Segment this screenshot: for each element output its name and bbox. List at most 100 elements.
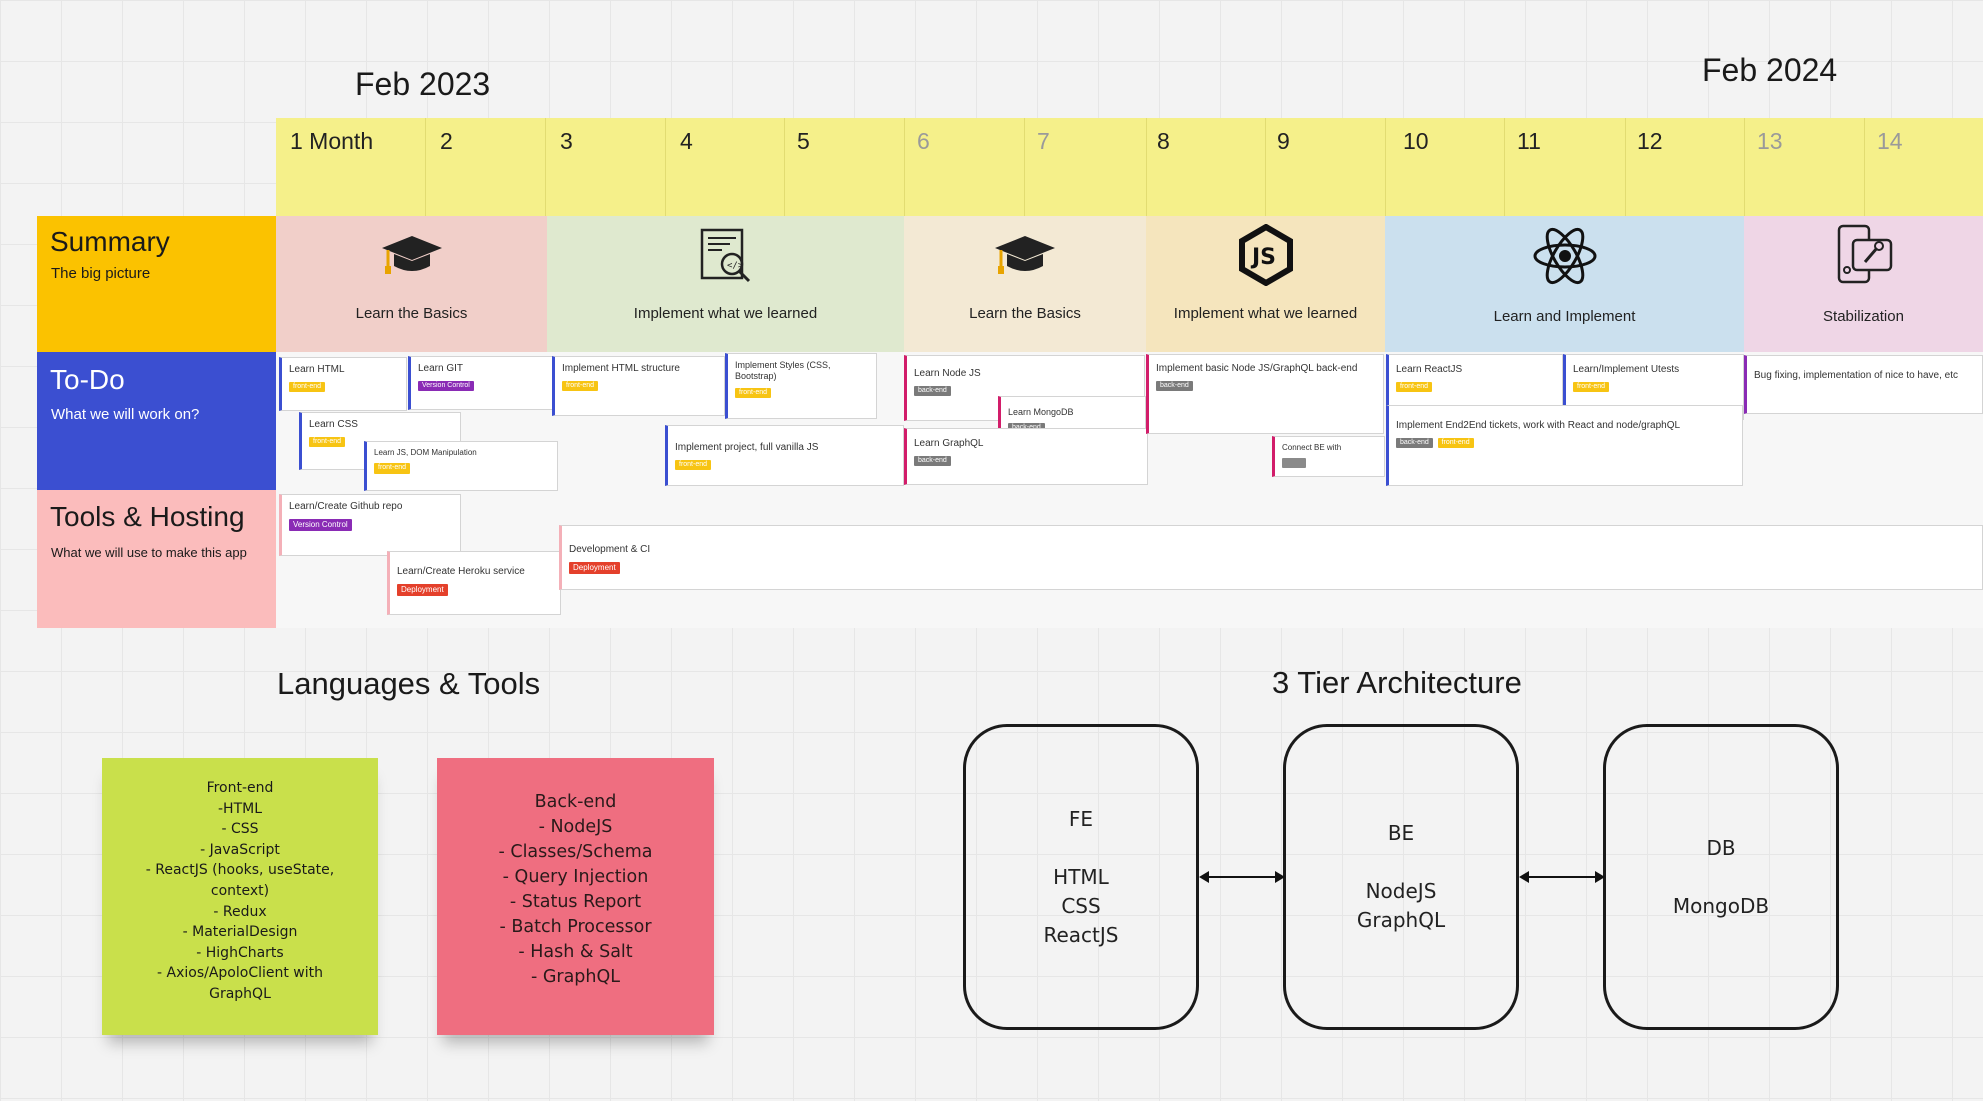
languages-tools-title: Languages & Tools: [277, 666, 541, 701]
month-divider: [665, 118, 666, 216]
month-label-2: 2: [440, 128, 453, 154]
todo-card-implement-end2end[interactable]: Implement End2End tickets, work with Rea…: [1386, 405, 1743, 486]
graduation-cap-icon: [995, 236, 1055, 274]
todo-card-text: Connect BE with: [1282, 443, 1342, 452]
todo-card-text: Implement basic Node JS/GraphQL back-end: [1156, 363, 1358, 374]
backend-sticky-note[interactable]: Back-end - NodeJS - Classes/Schema - Que…: [437, 758, 714, 1035]
tag-deployment: Deployment: [569, 561, 620, 574]
todo-card-learn-html[interactable]: Learn HTML front-end: [279, 357, 407, 411]
backend-line: - Hash & Salt: [518, 942, 633, 962]
todo-row-header: To-Do What we will work on?: [37, 352, 276, 490]
month-divider: [784, 118, 785, 216]
phase-1-label: Learn the Basics: [355, 305, 468, 322]
frontend-line: - ReactJS (hooks, useState,: [145, 862, 335, 879]
tier-line: CSS: [1061, 894, 1101, 918]
tool-card-text: Development & CI: [569, 544, 651, 555]
todo-card-text: Bug fixing, implementation of nice to ha…: [1754, 370, 1959, 381]
year-label-end: Feb 2024: [1702, 52, 1838, 88]
backend-line: - Batch Processor: [499, 917, 652, 937]
tag-version-control: Version Control: [418, 380, 474, 392]
todo-card-text: Implement Styles (CSS, Bootstrap): [735, 360, 831, 382]
tag-front-end: front-end: [675, 459, 712, 471]
todo-card-learn-reactjs[interactable]: Learn ReactJS front-end: [1386, 354, 1563, 406]
tier-line: HTML: [1053, 865, 1109, 889]
frontend-line: - HighCharts: [196, 944, 284, 961]
tag-front-end: front-end: [1437, 437, 1474, 449]
tag-back-end: back-end: [1156, 380, 1193, 392]
tier-line: [1286, 848, 1516, 877]
tag-version-control: Version Control: [289, 518, 352, 531]
month-label-7: 7: [1037, 128, 1050, 154]
phase-4: JS Implement what we learned: [1146, 216, 1385, 352]
year-label-start: Feb 2023: [355, 66, 491, 102]
todo-title: To-Do: [50, 364, 125, 395]
month-label-14: 14: [1877, 128, 1903, 154]
month-label-1: 1 Month: [290, 128, 374, 154]
todo-card-text: Implement project, full vanilla JS: [675, 442, 819, 453]
frontend-sticky-note[interactable]: Front-end -HTML - CSS - JavaScript - Rea…: [102, 758, 378, 1035]
todo-card-learn-git[interactable]: Learn GIT Version Control: [408, 356, 553, 410]
todo-card-text: Learn JS, DOM Manipulation: [374, 448, 477, 457]
tag-front-end: front-end: [562, 380, 599, 392]
tool-card-text: Learn/Create Github repo: [289, 501, 403, 512]
tag-front-end: front-end: [374, 463, 411, 474]
tier-box-database[interactable]: DB MongoDB: [1603, 724, 1839, 1030]
phase-3-label: Learn the Basics: [969, 305, 1081, 322]
todo-card-text: Learn/Implement Utests: [1573, 364, 1680, 375]
tool-card-heroku[interactable]: Learn/Create Heroku service Deployment: [387, 551, 561, 615]
summary-subtitle: The big picture: [51, 265, 151, 282]
frontend-line: context): [210, 882, 270, 899]
tag-front-end: front-end: [1396, 381, 1433, 393]
tool-card-text: Learn/Create Heroku service: [397, 566, 525, 577]
tag-back-end: back-end: [914, 385, 951, 397]
month-label-4: 4: [680, 128, 693, 154]
phase-2-label: Implement what we learned: [633, 305, 818, 322]
month-divider: [1265, 118, 1266, 216]
tag-front-end: front-end: [1573, 381, 1610, 393]
todo-card-text: Learn GIT: [418, 363, 464, 374]
tier-line: BE: [1387, 821, 1415, 845]
tool-card-github-repo[interactable]: Learn/Create Github repo Version Control: [279, 494, 461, 556]
month-label-13: 13: [1757, 128, 1783, 154]
phase-6: Stabilization: [1744, 216, 1983, 352]
phase-1: Learn the Basics: [276, 216, 547, 352]
todo-card-learn-graphql[interactable]: Learn GraphQL back-end: [904, 428, 1148, 485]
mobile-settings-icon: [1837, 224, 1892, 284]
month-divider: [1024, 118, 1025, 216]
react-atom-icon: [1533, 227, 1596, 285]
phase-5-label: Learn and Implement: [1493, 308, 1636, 325]
backend-line: - Classes/Schema: [498, 842, 653, 862]
todo-card-text: Learn Node JS: [914, 368, 981, 379]
todo-card-connect-be[interactable]: Connect BE with: [1272, 436, 1385, 477]
tools-row-header: Tools & Hosting What we will use to make…: [37, 490, 276, 628]
phase-4-label: Implement what we learned: [1173, 305, 1358, 322]
todo-card-text: Learn MongoDB: [1008, 407, 1074, 417]
tools-title: Tools & Hosting: [50, 501, 245, 532]
tag-deployment: Deployment: [397, 583, 448, 596]
month-label-8: 8: [1157, 128, 1170, 154]
graduation-cap-icon: [381, 236, 442, 274]
todo-card-implement-vanilla-js[interactable]: Implement project, full vanilla JS front…: [665, 425, 904, 486]
todo-card-text: Learn HTML: [289, 364, 345, 375]
month-divider: [904, 118, 905, 216]
summary-row-header: Summary The big picture: [37, 216, 276, 352]
tier-line: MongoDB: [1672, 894, 1770, 918]
todo-card-bug-fixing[interactable]: Bug fixing, implementation of nice to ha…: [1744, 355, 1983, 414]
frontend-line: - CSS: [221, 821, 259, 838]
todo-card-implement-styles[interactable]: Implement Styles (CSS, Bootstrap) front-…: [725, 353, 877, 419]
todo-card-implement-html[interactable]: Implement HTML structure front-end: [552, 356, 725, 416]
tier-line: ReactJS: [1043, 923, 1119, 947]
tool-card-development-ci[interactable]: Development & CI Deployment: [559, 525, 1983, 590]
tier-box-backend[interactable]: BE NodeJS GraphQL: [1283, 724, 1519, 1030]
backend-line: - Query Injection: [502, 867, 649, 887]
tag-untitled: [1282, 458, 1306, 468]
todo-card-learn-js[interactable]: Learn JS, DOM Manipulation front-end: [364, 441, 558, 491]
todo-card-implement-node-graphql[interactable]: Implement basic Node JS/GraphQL back-end…: [1146, 354, 1384, 434]
todo-card-text: Implement End2End tickets, work with Rea…: [1396, 420, 1681, 431]
code-document-icon: </>: [700, 228, 750, 283]
tag-front-end: front-end: [309, 436, 346, 448]
frontend-line: GraphQL: [209, 985, 271, 1002]
todo-card-text: Implement HTML structure: [562, 363, 680, 374]
tier-box-frontend[interactable]: FE HTML CSS ReactJS: [963, 724, 1199, 1030]
frontend-line: Front-end: [206, 780, 274, 796]
